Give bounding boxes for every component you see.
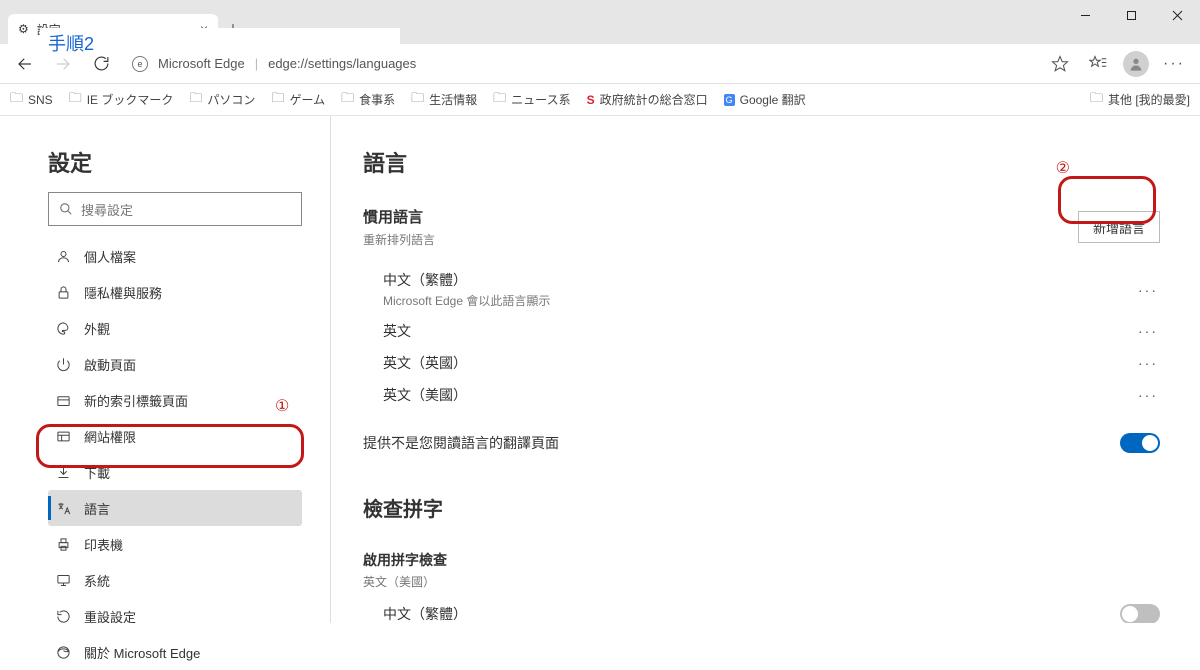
- sidebar-item-printers[interactable]: 印表機: [48, 526, 302, 562]
- reset-icon: [56, 609, 72, 624]
- folder-icon: 🗀: [10, 89, 23, 111]
- spell-note: 英文（美國）: [363, 573, 1160, 590]
- sidebar-item-profile[interactable]: 個人檔案: [48, 238, 302, 274]
- folder-icon: 🗀: [341, 89, 354, 111]
- language-item: 英文（英國） ···: [363, 347, 1160, 379]
- annotation-marker-2: ②: [1056, 158, 1070, 178]
- favorites-list-button[interactable]: [1080, 46, 1116, 82]
- sidebar-item-system[interactable]: 系統: [48, 562, 302, 598]
- annotation-box-2: [1058, 176, 1156, 224]
- close-button[interactable]: [1154, 0, 1200, 30]
- settings-sidebar: 設定 搜尋設定 個人檔案 隱私權與服務 外觀 啟動頁面 新的索引標籤頁面 網站權…: [0, 116, 330, 623]
- bookmark-folder[interactable]: 🗀ゲーム: [271, 89, 325, 111]
- folder-icon: 🗀: [69, 89, 82, 111]
- annotation-box-1: [36, 424, 304, 468]
- power-icon: [56, 357, 72, 372]
- monitor-icon: [56, 573, 72, 588]
- preferred-languages-header: 慣用語言 重新排列語言 新增語言: [363, 206, 1160, 248]
- gear-icon: ⚙: [18, 22, 29, 36]
- titlebar: [0, 0, 1200, 10]
- ellipsis-icon: ···: [1163, 55, 1185, 73]
- spell-lang-label: 中文（繁體）: [383, 604, 467, 623]
- language-more-button[interactable]: ···: [1136, 282, 1160, 298]
- address-separator: |: [255, 56, 258, 71]
- spell-toggle[interactable]: [1120, 604, 1160, 623]
- sidebar-title: 設定: [48, 146, 302, 178]
- sidebar-item-newtab[interactable]: 新的索引標籤頁面: [48, 382, 302, 418]
- avatar-icon: [1123, 51, 1149, 77]
- grid-icon: [56, 393, 72, 408]
- sidebar-item-privacy[interactable]: 隱私權與服務: [48, 274, 302, 310]
- more-button[interactable]: ···: [1156, 46, 1192, 82]
- profile-button[interactable]: [1118, 46, 1154, 82]
- language-list: 中文（繁體）Microsoft Edge 會以此語言顯示 ··· 英文 ··· …: [363, 264, 1160, 411]
- language-item: 中文（繁體）Microsoft Edge 會以此語言顯示 ···: [363, 264, 1160, 315]
- edge-icon: [56, 645, 72, 660]
- search-icon: [59, 202, 73, 216]
- s-badge-icon: S: [587, 93, 595, 107]
- printer-icon: [56, 537, 72, 552]
- person-icon: [56, 249, 72, 264]
- preferred-desc: 重新排列語言: [363, 231, 435, 248]
- language-item: 英文 ···: [363, 315, 1160, 347]
- favorite-star-button[interactable]: [1042, 46, 1078, 82]
- folder-icon: 🗀: [493, 89, 506, 111]
- bookmarks-bar: 🗀SNS 🗀IE ブックマーク 🗀パソコン 🗀ゲーム 🗀食事系 🗀生活情報 🗀ニ…: [0, 84, 1200, 116]
- language-icon: [56, 501, 72, 516]
- bookmark-folder[interactable]: 🗀ニュース系: [493, 89, 570, 111]
- edge-logo-icon: e: [132, 56, 148, 72]
- folder-icon: 🗀: [271, 89, 284, 111]
- bookmark-folder[interactable]: 🗀生活情報: [411, 89, 477, 111]
- language-more-button[interactable]: ···: [1136, 355, 1160, 371]
- language-more-button[interactable]: ···: [1136, 387, 1160, 403]
- spellcheck-section: 檢查拼字 啟用拼字檢查 英文（美國） 中文（繁體）: [363, 493, 1160, 623]
- page-title: 語言: [363, 146, 1160, 178]
- spell-lang-row: 中文（繁體）: [363, 604, 1160, 623]
- sidebar-item-reset[interactable]: 重設設定: [48, 598, 302, 634]
- back-button[interactable]: [8, 47, 42, 81]
- address-app-label: Microsoft Edge: [158, 56, 245, 71]
- bookmark-folder[interactable]: 🗀パソコン: [189, 89, 255, 111]
- g-badge-icon: G: [724, 94, 735, 106]
- folder-icon: 🗀: [1090, 89, 1103, 111]
- language-item: 英文（美國） ···: [363, 379, 1160, 411]
- palette-icon: [56, 321, 72, 336]
- bookmark-folder[interactable]: 🗀IE ブックマーク: [69, 89, 174, 111]
- maximize-button[interactable]: [1108, 0, 1154, 30]
- window-controls: [1062, 0, 1200, 30]
- bookmark-translate[interactable]: GGoogle 翻訳: [724, 91, 806, 108]
- folder-icon: 🗀: [189, 89, 202, 111]
- page-body: 設定 搜尋設定 個人檔案 隱私權與服務 外觀 啟動頁面 新的索引標籤頁面 網站權…: [0, 116, 1200, 623]
- language-more-button[interactable]: ···: [1136, 323, 1160, 339]
- sidebar-item-languages[interactable]: 語言: [48, 490, 302, 526]
- lock-icon: [56, 285, 72, 300]
- annotation-step-label: 手順2: [40, 28, 400, 54]
- sidebar-item-appearance[interactable]: 外觀: [48, 310, 302, 346]
- bookmark-folder[interactable]: 🗀SNS: [10, 89, 53, 111]
- sidebar-item-startup[interactable]: 啟動頁面: [48, 346, 302, 382]
- annotation-marker-1: ①: [275, 396, 289, 416]
- minimize-button[interactable]: [1062, 0, 1108, 30]
- spell-heading: 檢查拼字: [363, 493, 1160, 522]
- translate-toggle[interactable]: [1120, 433, 1160, 453]
- sidebar-item-about[interactable]: 關於 Microsoft Edge: [48, 634, 302, 670]
- folder-icon: 🗀: [411, 89, 424, 111]
- sidebar-search[interactable]: 搜尋設定: [48, 192, 302, 226]
- spell-subheading: 啟用拼字檢查: [363, 550, 1160, 570]
- preferred-heading: 慣用語言: [363, 206, 435, 227]
- search-placeholder: 搜尋設定: [81, 200, 133, 219]
- translate-option-row: 提供不是您閱讀語言的翻譯頁面: [363, 433, 1160, 453]
- bookmark-overflow[interactable]: 🗀其他 [我的最愛]: [1090, 89, 1190, 111]
- translate-option-label: 提供不是您閱讀語言的翻譯頁面: [363, 433, 559, 453]
- bookmark-folder[interactable]: 🗀食事系: [341, 89, 395, 111]
- address-url: edge://settings/languages: [268, 56, 416, 71]
- bookmark-gov[interactable]: S政府統計の総合窓口: [587, 91, 708, 108]
